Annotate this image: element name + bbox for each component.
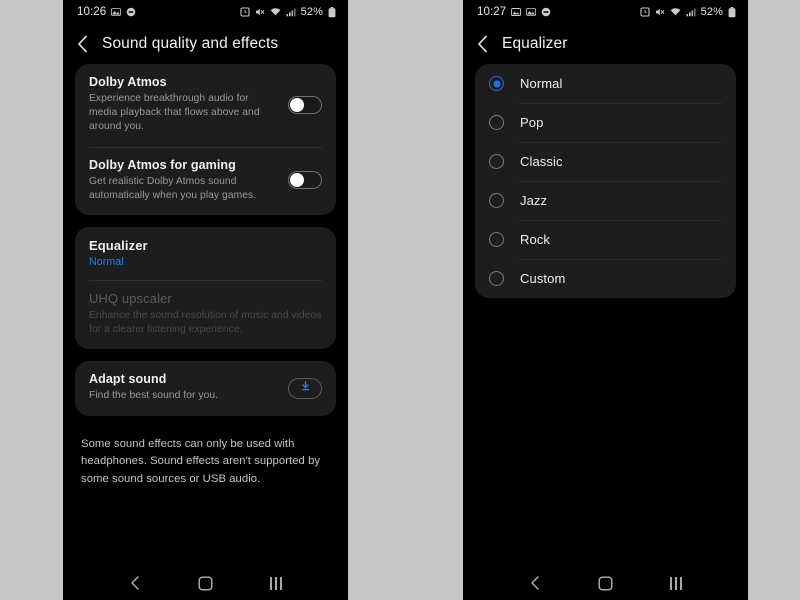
setting-row-dolby-atmos-gaming[interactable]: Dolby Atmos for gaming Get realistic Dol… bbox=[75, 146, 336, 215]
row-text: Equalizer Normal bbox=[89, 238, 322, 268]
radio-icon[interactable] bbox=[489, 76, 504, 91]
equalizer-option-classic[interactable]: Classic bbox=[475, 142, 736, 181]
equalizer-option-custom[interactable]: Custom bbox=[475, 259, 736, 298]
mute-icon bbox=[255, 7, 265, 17]
equalizer-option-jazz[interactable]: Jazz bbox=[475, 181, 736, 220]
nav-home-icon[interactable] bbox=[598, 575, 613, 591]
download-icon bbox=[300, 379, 311, 397]
option-label: Custom bbox=[520, 271, 566, 286]
phone-screen-sound-quality: 10:26 52% Sound quality and effects Dolb… bbox=[63, 0, 348, 600]
setting-subtitle: Find the best sound for you. bbox=[89, 390, 219, 402]
alarm-icon bbox=[240, 7, 250, 17]
setting-row-uhq-upscaler: UHQ upscaler Enhance the sound resolutio… bbox=[75, 280, 336, 349]
equalizer-uhq-card: Equalizer Normal UHQ upscaler Enhance th… bbox=[75, 227, 336, 350]
row-text: Dolby Atmos Experience breakthrough audi… bbox=[89, 75, 278, 135]
mute-icon bbox=[655, 7, 665, 17]
nav-back-icon[interactable] bbox=[129, 575, 141, 591]
equalizer-option-rock[interactable]: Rock bbox=[475, 220, 736, 259]
page-title: Equalizer bbox=[502, 35, 568, 52]
nav-recents-icon[interactable] bbox=[669, 576, 682, 590]
battery-icon bbox=[728, 6, 736, 18]
image-icon bbox=[526, 7, 537, 17]
status-time: 10:27 bbox=[477, 6, 507, 18]
setting-title: Equalizer bbox=[89, 238, 148, 254]
equalizer-options-card: Normal Pop Classic Jazz Rock Custom bbox=[475, 64, 736, 298]
setting-subtitle: Enhance the sound resolution of music an… bbox=[89, 310, 322, 336]
status-bar: 10:27 52% bbox=[463, 0, 748, 24]
record-icon bbox=[541, 7, 551, 17]
signal-icon bbox=[286, 7, 296, 17]
status-bar-left: 10:26 bbox=[77, 6, 136, 18]
setting-row-equalizer[interactable]: Equalizer Normal bbox=[75, 227, 336, 280]
status-time: 10:26 bbox=[77, 6, 107, 18]
option-label: Pop bbox=[520, 115, 544, 130]
battery-icon bbox=[328, 6, 336, 18]
status-bar: 10:26 52% bbox=[63, 0, 348, 24]
alarm-icon bbox=[640, 7, 650, 17]
navigation-bar bbox=[463, 566, 748, 600]
equalizer-option-normal[interactable]: Normal bbox=[475, 64, 736, 103]
image-icon bbox=[111, 7, 122, 17]
dolby-atmos-card: Dolby Atmos Experience breakthrough audi… bbox=[75, 64, 336, 216]
radio-icon[interactable] bbox=[489, 193, 504, 208]
radio-icon[interactable] bbox=[489, 232, 504, 247]
nav-back-icon[interactable] bbox=[529, 575, 541, 591]
wifi-icon bbox=[670, 7, 681, 17]
setting-title: Dolby Atmos bbox=[89, 75, 167, 89]
radio-icon[interactable] bbox=[489, 154, 504, 169]
status-bar-left: 10:27 bbox=[477, 6, 551, 18]
setting-title: UHQ upscaler bbox=[89, 291, 172, 307]
toggle-dolby-atmos-gaming[interactable] bbox=[288, 171, 322, 190]
navigation-bar bbox=[63, 566, 348, 600]
footer-note: Some sound effects can only be used with… bbox=[81, 437, 321, 485]
radio-icon[interactable] bbox=[489, 271, 504, 286]
row-text: Adapt sound Find the best sound for you. bbox=[89, 372, 278, 403]
status-bar-right: 52% bbox=[240, 6, 336, 18]
status-bar-right: 52% bbox=[640, 6, 736, 18]
back-chevron-icon[interactable] bbox=[77, 35, 88, 53]
battery-percent: 52% bbox=[700, 6, 723, 18]
back-chevron-icon[interactable] bbox=[477, 35, 488, 53]
toggle-knob bbox=[290, 173, 304, 188]
toggle-knob bbox=[290, 97, 304, 112]
title-bar: Equalizer bbox=[463, 24, 748, 64]
title-bar: Sound quality and effects bbox=[63, 24, 348, 64]
photo-icon bbox=[511, 7, 522, 17]
record-icon bbox=[126, 7, 136, 17]
battery-percent: 52% bbox=[300, 6, 323, 18]
nav-recents-icon[interactable] bbox=[269, 576, 282, 590]
radio-icon[interactable] bbox=[489, 115, 504, 130]
signal-icon bbox=[686, 7, 696, 17]
setting-row-dolby-atmos[interactable]: Dolby Atmos Experience breakthrough audi… bbox=[75, 64, 336, 147]
adapt-sound-card: Adapt sound Find the best sound for you. bbox=[75, 361, 336, 416]
download-button[interactable] bbox=[288, 377, 322, 399]
wifi-icon bbox=[270, 7, 281, 17]
setting-title: Dolby Atmos for gaming bbox=[89, 157, 236, 172]
phone-screen-equalizer: 10:27 52% Equalizer Normal Pop Classic J… bbox=[463, 0, 748, 600]
equalizer-option-pop[interactable]: Pop bbox=[475, 103, 736, 142]
setting-row-adapt-sound[interactable]: Adapt sound Find the best sound for you. bbox=[75, 361, 336, 415]
setting-subtitle: Experience breakthrough audio for media … bbox=[89, 93, 260, 133]
setting-subtitle: Get realistic Dolby Atmos sound automati… bbox=[89, 175, 257, 201]
option-label: Rock bbox=[520, 232, 551, 247]
row-text: Dolby Atmos for gaming Get realistic Dol… bbox=[89, 158, 278, 203]
option-label: Classic bbox=[520, 154, 563, 169]
setting-value: Normal bbox=[89, 256, 124, 269]
equalizer-content: Normal Pop Classic Jazz Rock Custom bbox=[463, 64, 748, 298]
row-text: UHQ upscaler Enhance the sound resolutio… bbox=[89, 291, 322, 337]
setting-title: Adapt sound bbox=[89, 372, 167, 387]
option-label: Jazz bbox=[520, 193, 548, 208]
option-label: Normal bbox=[520, 76, 563, 91]
toggle-dolby-atmos[interactable] bbox=[288, 95, 322, 114]
page-title: Sound quality and effects bbox=[102, 35, 279, 52]
settings-content: Dolby Atmos Experience breakthrough audi… bbox=[63, 64, 348, 488]
nav-home-icon[interactable] bbox=[198, 575, 213, 591]
